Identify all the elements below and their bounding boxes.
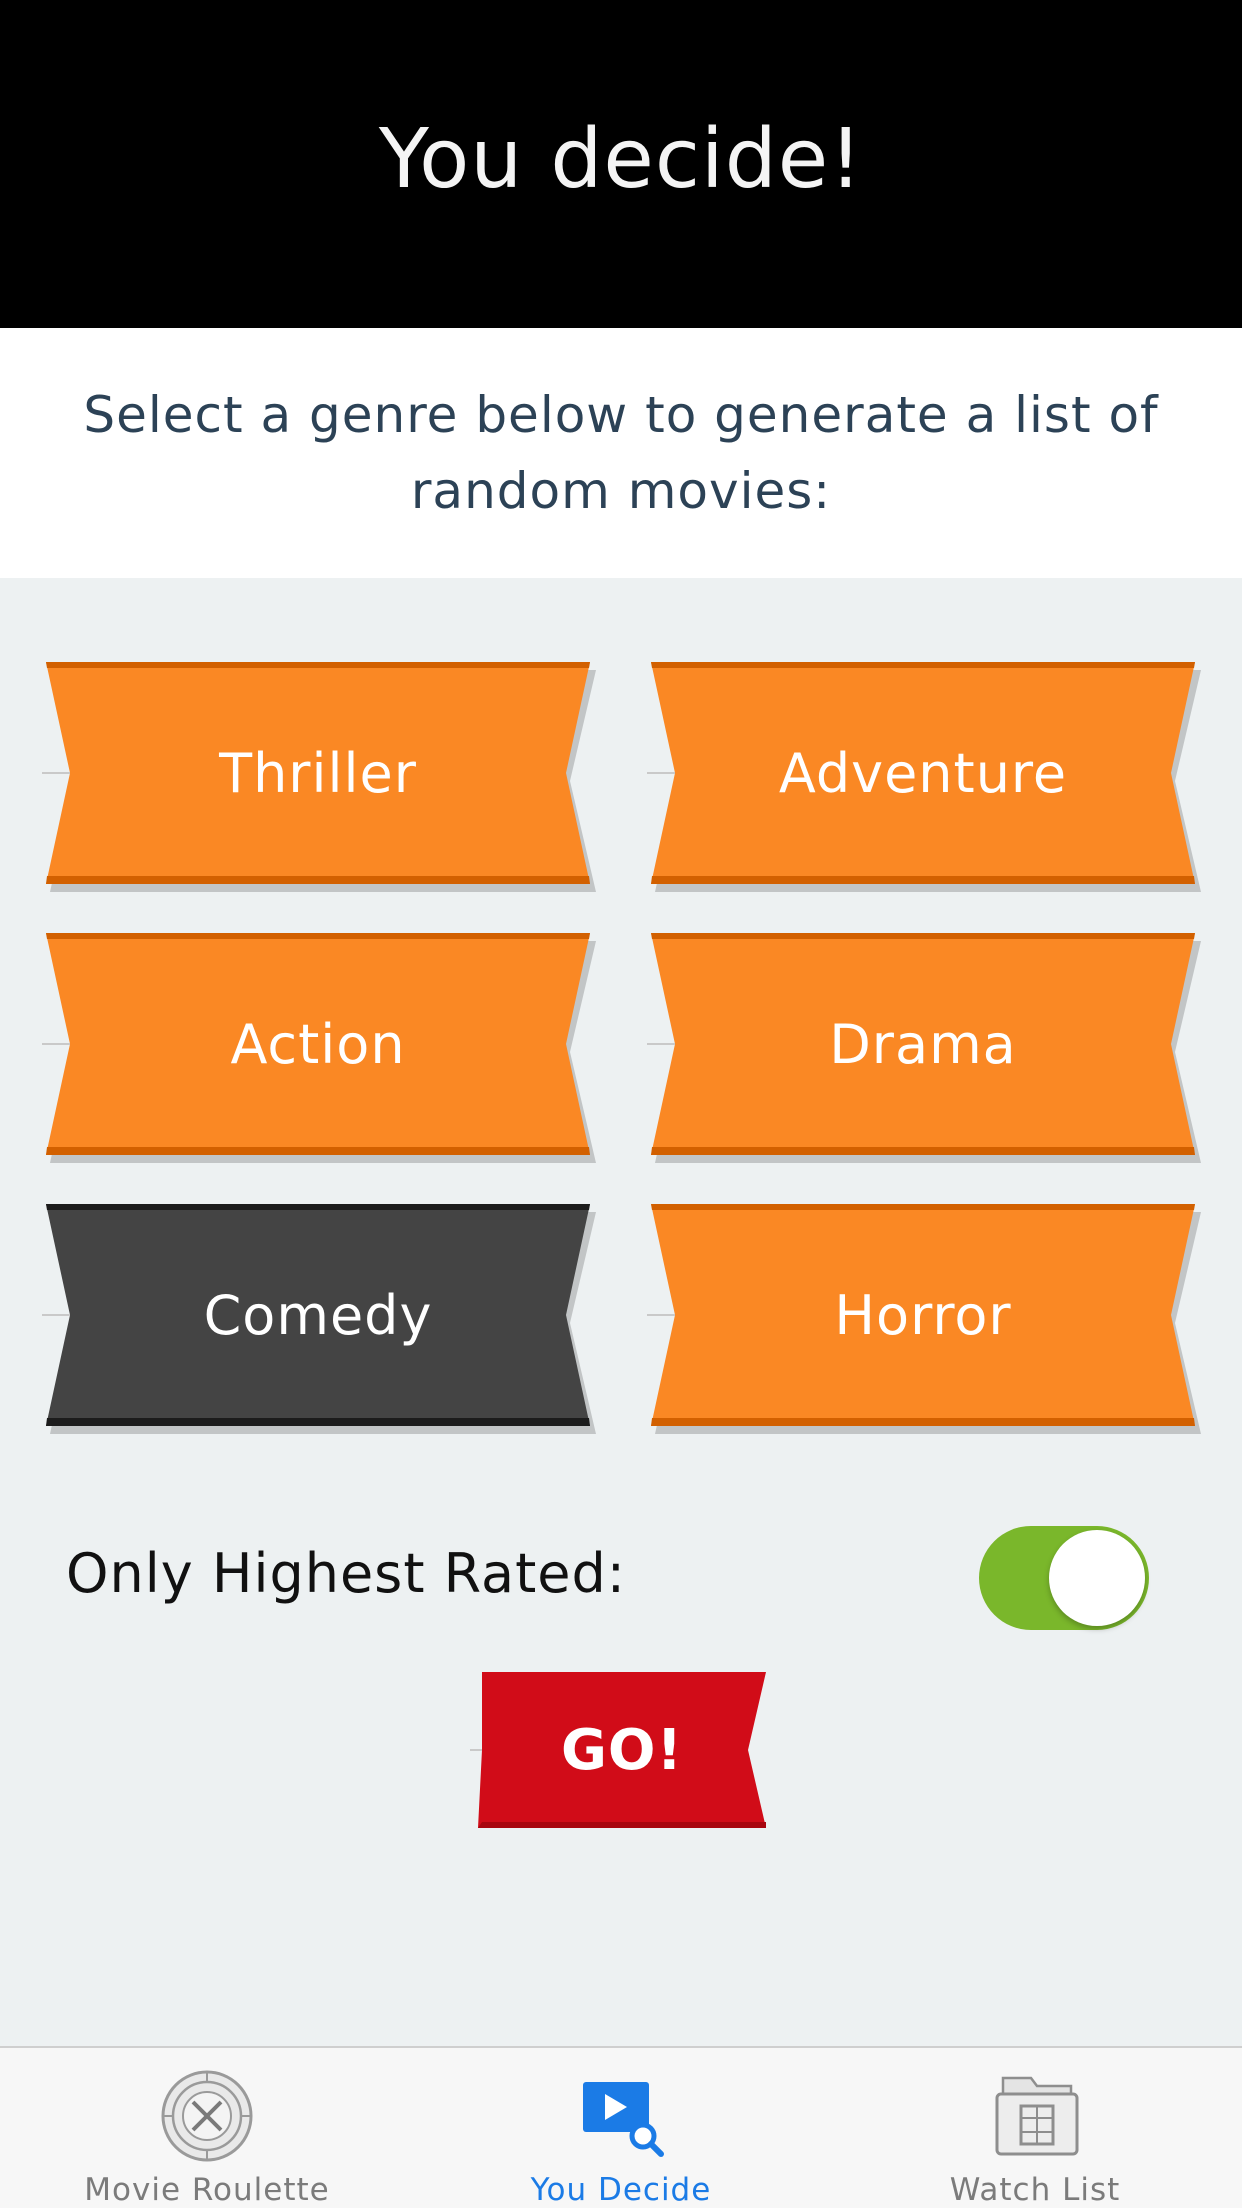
roulette-icon	[157, 2066, 257, 2166]
toggle-knob	[1049, 1530, 1145, 1626]
tab-you-decide[interactable]: You Decide	[414, 2048, 828, 2208]
highest-rated-label: Only Highest Rated:	[66, 1542, 626, 1605]
highest-rated-toggle[interactable]	[979, 1526, 1149, 1630]
highest-rated-row: Only Highest Rated:	[66, 1520, 1176, 1630]
tab-label: Watch List	[949, 2172, 1121, 2208]
genre-label: Drama	[829, 1012, 1017, 1076]
genre-label: Thriller	[219, 741, 417, 805]
page-title: You decide!	[378, 111, 864, 207]
tab-movie-roulette[interactable]: Movie Roulette	[0, 2048, 414, 2208]
header-bar: You decide!	[0, 0, 1242, 328]
tab-watch-list[interactable]: Watch List	[828, 2048, 1242, 2208]
genre-button-thriller[interactable]: Thriller	[42, 662, 596, 892]
tab-label: Movie Roulette	[84, 2172, 330, 2208]
genre-label: Adventure	[778, 741, 1068, 805]
tab-label: You Decide	[530, 2172, 712, 2208]
genre-button-drama[interactable]: Drama	[647, 933, 1201, 1163]
genre-label: Comedy	[203, 1283, 433, 1347]
tab-bar: Movie Roulette You Decide Watch List	[0, 2046, 1242, 2208]
instructions-text: Select a genre below to generate a list …	[83, 386, 1159, 520]
play-search-icon	[571, 2066, 671, 2166]
genre-button-comedy[interactable]: Comedy	[42, 1204, 596, 1434]
genre-button-adventure[interactable]: Adventure	[647, 662, 1201, 892]
genre-button-horror[interactable]: Horror	[647, 1204, 1201, 1434]
genre-label: Action	[230, 1012, 406, 1076]
go-button[interactable]: GO!	[470, 1672, 766, 1828]
instructions-panel: Select a genre below to generate a list …	[0, 328, 1242, 578]
film-folder-icon	[985, 2066, 1085, 2166]
genre-label: Horror	[834, 1283, 1012, 1347]
go-label: GO!	[560, 1717, 684, 1783]
genre-button-action[interactable]: Action	[42, 933, 596, 1163]
